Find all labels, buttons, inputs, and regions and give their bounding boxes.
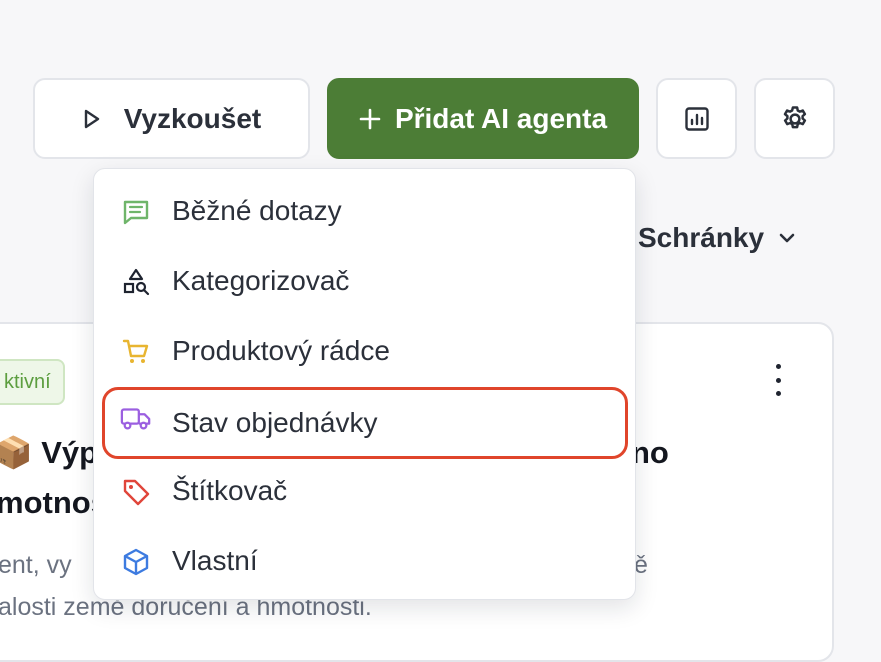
tag-icon xyxy=(120,476,152,508)
settings-button[interactable] xyxy=(754,78,835,159)
chart-icon xyxy=(684,106,710,132)
menu-item-label: Vlastní xyxy=(172,545,258,576)
chat-icon xyxy=(120,196,152,228)
shapes-search-icon xyxy=(120,266,152,298)
inboxes-filter-label: Schránky xyxy=(638,222,765,253)
inboxes-filter[interactable]: Schránky xyxy=(638,222,796,254)
cube-icon xyxy=(120,546,152,578)
menu-item-label: Běžné dotazy xyxy=(172,195,342,226)
menu-item-label: Kategorizovač xyxy=(172,265,350,296)
cart-icon xyxy=(120,336,152,368)
agent-card-description-right: ě xyxy=(634,551,648,579)
gear-icon xyxy=(780,104,810,134)
add-agent-dropdown-menu: Běžné dotazy Kategorizovač Produktový rá… xyxy=(93,168,636,600)
add-ai-agent-button[interactable]: Přidat AI agenta xyxy=(327,78,639,159)
status-badge: ktivní xyxy=(0,359,65,405)
menu-item-label: Stav objednávky xyxy=(172,407,378,438)
agent-card-title-line2: motnos xyxy=(0,485,108,520)
more-options-icon[interactable] xyxy=(766,364,790,396)
truck-icon xyxy=(120,402,152,434)
menu-item-label: Štítkovač xyxy=(172,475,288,506)
try-button-label: Vyzkoušet xyxy=(123,102,262,134)
analytics-button[interactable] xyxy=(656,78,737,159)
menu-item-categorizer[interactable]: Kategorizovač xyxy=(102,251,628,311)
menu-item-common-queries[interactable]: Běžné dotazy xyxy=(102,181,628,241)
menu-item-custom[interactable]: Vlastní xyxy=(102,531,628,591)
chevron-down-icon xyxy=(764,232,796,244)
menu-item-tagger[interactable]: Štítkovač xyxy=(102,461,628,521)
menu-item-product-advisor[interactable]: Produktový rádce xyxy=(102,321,628,381)
try-button[interactable]: Vyzkoušet xyxy=(33,78,310,159)
menu-item-order-status[interactable]: Stav objednávky xyxy=(102,387,628,459)
plus-icon xyxy=(359,108,381,130)
play-icon xyxy=(82,108,102,130)
menu-item-label: Produktový rádce xyxy=(172,335,390,366)
add-ai-agent-label: Přidat AI agenta xyxy=(394,102,608,134)
agent-card-title-right: no xyxy=(631,435,669,470)
